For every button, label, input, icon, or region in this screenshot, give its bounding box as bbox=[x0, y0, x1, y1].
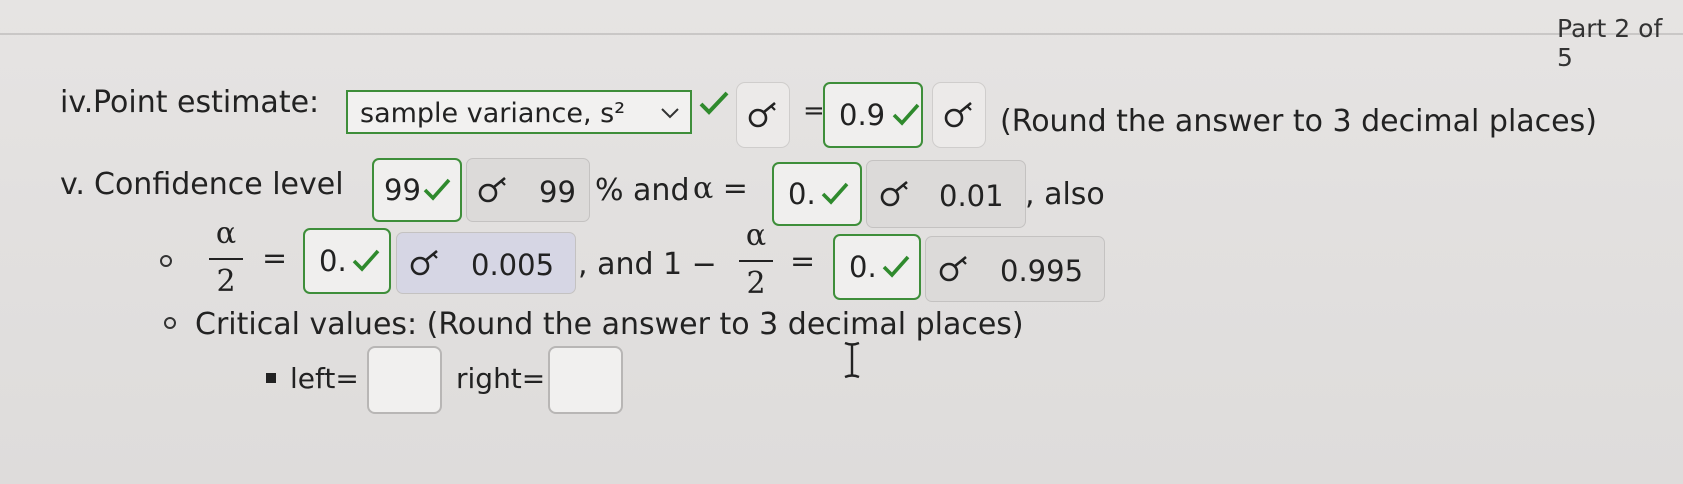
correct-check-icon bbox=[423, 178, 451, 201]
bullet-circle bbox=[164, 317, 176, 329]
fraction-bar bbox=[209, 258, 243, 260]
key-icon bbox=[939, 255, 967, 282]
key-icon bbox=[478, 176, 506, 203]
alpha-revealed-answer: 0.01 bbox=[866, 160, 1026, 228]
alpha-half-input-value: 0. bbox=[319, 244, 347, 278]
one-minus-input-value: 0. bbox=[849, 250, 877, 284]
key-button[interactable] bbox=[932, 82, 986, 148]
key-icon bbox=[748, 101, 776, 128]
equals-sign: = bbox=[803, 96, 825, 126]
bullet-square bbox=[266, 373, 276, 383]
fraction-numerator: α bbox=[215, 216, 237, 251]
part-indicator: Part 2 of 5 bbox=[1557, 14, 1663, 72]
point-estimate-answer[interactable]: 0.9 bbox=[823, 82, 923, 148]
alpha-half-revealed-answer: 0.005 bbox=[396, 232, 576, 294]
one-minus-revealed-answer: 0.995 bbox=[925, 236, 1105, 302]
equals-sign: = bbox=[790, 244, 816, 279]
left-critical-value-input[interactable] bbox=[367, 346, 442, 414]
alpha-half-revealed-value: 0.005 bbox=[471, 248, 555, 282]
confidence-revealed-value: 99 bbox=[539, 175, 576, 209]
item-marker-iv: iv. bbox=[60, 85, 94, 120]
also-text: , also bbox=[1025, 177, 1105, 212]
correct-check-icon bbox=[821, 182, 849, 205]
correct-check-icon bbox=[892, 103, 920, 126]
fraction-denominator: 2 bbox=[216, 264, 236, 299]
header-divider bbox=[0, 33, 1683, 35]
bullet-circle bbox=[160, 255, 172, 267]
alpha-input-value: 0. bbox=[788, 177, 816, 211]
equals-sign: = bbox=[262, 241, 288, 276]
left-label: left= bbox=[290, 362, 359, 395]
rounding-instruction: (Round the answer to 3 decimal places) bbox=[1000, 104, 1597, 139]
point-estimate-label: Point estimate: bbox=[93, 85, 320, 120]
key-icon bbox=[410, 249, 438, 276]
confidence-revealed-answer: 99 bbox=[466, 158, 590, 222]
text-cursor-icon bbox=[844, 341, 860, 379]
answer-value: 0.9 bbox=[839, 98, 886, 132]
confidence-level-label: Confidence level bbox=[94, 167, 344, 202]
alpha-half-input[interactable]: 0. bbox=[303, 228, 391, 294]
correct-check-icon bbox=[882, 255, 910, 278]
confidence-input-value: 99 bbox=[384, 173, 421, 207]
fraction-numerator: α bbox=[745, 218, 767, 253]
key-icon bbox=[880, 180, 908, 207]
alpha-equals: α = bbox=[693, 171, 748, 206]
critical-values-label: Critical values: (Round the answer to 3 … bbox=[195, 307, 1024, 342]
point-estimate-dropdown[interactable]: sample variance, s² bbox=[346, 90, 692, 134]
percent-and-text: % and bbox=[595, 173, 690, 208]
alpha-input[interactable]: 0. bbox=[772, 162, 862, 226]
right-label: right= bbox=[456, 362, 546, 395]
fraction-denominator: 2 bbox=[746, 266, 766, 301]
alpha-revealed-value: 0.01 bbox=[939, 179, 1004, 213]
dropdown-selected-value: sample variance, s² bbox=[360, 98, 626, 129]
one-minus-revealed-value: 0.995 bbox=[1000, 254, 1084, 288]
fraction-bar bbox=[739, 260, 773, 262]
item-marker-v: v. bbox=[60, 167, 85, 202]
and-one-minus-text: , and 1 − bbox=[578, 247, 717, 282]
chevron-down-icon bbox=[661, 108, 679, 119]
key-button[interactable] bbox=[736, 82, 790, 148]
one-minus-input[interactable]: 0. bbox=[833, 234, 921, 300]
correct-check-icon bbox=[352, 249, 380, 272]
right-critical-value-input[interactable] bbox=[548, 346, 623, 414]
confidence-input[interactable]: 99 bbox=[372, 158, 462, 222]
correct-check-icon bbox=[699, 91, 729, 115]
key-icon bbox=[944, 101, 972, 128]
